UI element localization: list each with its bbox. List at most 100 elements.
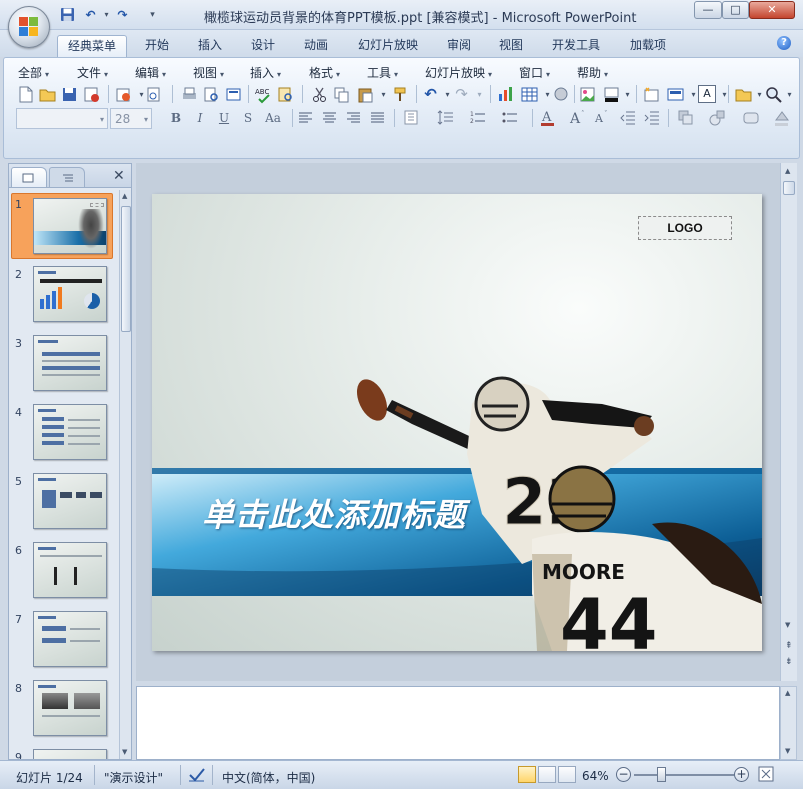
minimize-button[interactable]: —: [694, 1, 722, 19]
current-slide[interactable]: LOGO 22 MOORE 44 单击此处添加标题: [152, 194, 762, 651]
save-icon[interactable]: [59, 7, 76, 23]
insert-table-icon[interactable]: [520, 85, 539, 104]
copy-icon[interactable]: [332, 85, 351, 104]
tab-slide-show[interactable]: 幻灯片放映: [350, 35, 426, 57]
fill-dropdown-icon[interactable]: ▾: [618, 85, 637, 104]
zoom-level[interactable]: 64%: [582, 769, 609, 783]
text-box-button[interactable]: A: [698, 85, 716, 103]
undo-dropdown-icon[interactable]: ▾: [98, 7, 115, 23]
slide-scrollbar[interactable]: ▲ ▼ ⇞ ⇟: [780, 163, 797, 681]
scroll-down-icon[interactable]: ▼: [122, 748, 127, 756]
tab-outline[interactable]: [49, 167, 85, 187]
line-spacing-icon[interactable]: [436, 108, 455, 127]
customize-quick-access-icon[interactable]: ▾: [144, 7, 161, 23]
quick-styles-icon[interactable]: [742, 108, 761, 127]
logo-placeholder[interactable]: LOGO: [638, 216, 732, 240]
decrease-indent-icon[interactable]: [618, 108, 637, 127]
help-icon[interactable]: ?: [777, 36, 791, 50]
maximize-button[interactable]: □: [722, 1, 749, 19]
scroll-down-icon[interactable]: ▼: [785, 621, 790, 629]
menu-window[interactable]: 窗口 ▾: [519, 64, 550, 81]
close-pane-icon[interactable]: ✕: [113, 168, 125, 184]
zoom-slider-handle[interactable]: [657, 767, 666, 782]
slide-thumbnail[interactable]: [33, 611, 107, 667]
tab-classic-menu[interactable]: 经典菜单: [57, 35, 127, 57]
clip-art-icon[interactable]: [552, 85, 571, 104]
slide-show-view-button[interactable]: [558, 766, 576, 783]
menu-help[interactable]: 帮助 ▾: [577, 64, 608, 81]
increase-font-icon[interactable]: Aˆ: [568, 108, 587, 127]
cut-icon[interactable]: [310, 85, 329, 104]
research-icon[interactable]: [276, 85, 295, 104]
font-color-icon[interactable]: A: [538, 108, 557, 127]
language-indicator[interactable]: 中文(简体，中国): [222, 769, 315, 786]
slide-thumbnail[interactable]: [33, 749, 107, 759]
slide-thumbnail[interactable]: [33, 266, 107, 322]
slide-thumbnail[interactable]: [33, 680, 107, 736]
fit-to-window-icon[interactable]: [758, 766, 774, 782]
font-size-combo[interactable]: 28 ▾: [110, 108, 152, 129]
bullets-icon[interactable]: [500, 108, 519, 127]
align-right-icon[interactable]: [344, 108, 363, 127]
print-icon[interactable]: [180, 85, 199, 104]
decrease-font-icon[interactable]: Aˇ: [592, 108, 611, 127]
save-icon[interactable]: [60, 85, 79, 104]
italic-button[interactable]: I: [190, 108, 210, 128]
print-preview-icon[interactable]: [202, 85, 221, 104]
change-case-button[interactable]: Aa: [260, 108, 286, 128]
spell-check-status-icon[interactable]: [188, 767, 206, 783]
slide-sorter-view-button[interactable]: [538, 766, 556, 783]
normal-view-button[interactable]: [518, 766, 536, 783]
scroll-up-icon[interactable]: ▲: [785, 167, 790, 175]
tab-insert[interactable]: 插入: [189, 35, 231, 57]
font-name-combo[interactable]: ▾: [16, 108, 108, 129]
numbering-icon[interactable]: 12: [468, 108, 487, 127]
tab-animations[interactable]: 动画: [295, 35, 337, 57]
slide-title-placeholder[interactable]: 单击此处添加标题: [202, 490, 466, 536]
bold-button[interactable]: B: [166, 108, 186, 128]
menu-all[interactable]: 全部 ▾: [18, 64, 49, 81]
underline-button[interactable]: U: [214, 108, 234, 128]
open-folder-icon[interactable]: [38, 85, 57, 104]
align-center-icon[interactable]: [320, 108, 339, 127]
redo-dropdown-icon[interactable]: ▾: [470, 85, 489, 104]
tab-add-ins[interactable]: 加载项: [620, 35, 676, 57]
tab-view[interactable]: 视图: [490, 35, 532, 57]
scrollbar-thumb[interactable]: [783, 181, 795, 195]
zoom-out-button[interactable]: −: [616, 767, 631, 782]
scroll-down-icon[interactable]: ▼: [785, 747, 790, 755]
slide-thumbnail[interactable]: [33, 335, 107, 391]
scrollbar-thumb[interactable]: [121, 206, 131, 332]
next-slide-icon[interactable]: ⇟: [785, 657, 793, 667]
previous-slide-icon[interactable]: ⇞: [785, 641, 793, 651]
align-left-icon[interactable]: [296, 108, 315, 127]
slide-thumbnail[interactable]: [33, 473, 107, 529]
thumbnail-scrollbar[interactable]: ▲ ▼: [119, 190, 131, 759]
menu-format[interactable]: 格式 ▾: [309, 64, 340, 81]
notes-scrollbar[interactable]: ▲ ▼: [780, 686, 797, 760]
zoom-in-button[interactable]: +: [734, 767, 749, 782]
scroll-up-icon[interactable]: ▲: [122, 192, 127, 200]
insert-chart-icon[interactable]: [496, 85, 515, 104]
new-slide-icon[interactable]: [642, 85, 661, 104]
zoom-slider-track[interactable]: [634, 774, 734, 776]
arrange-icon[interactable]: [676, 108, 695, 127]
document-properties-icon[interactable]: [144, 85, 163, 104]
slide-thumbnail[interactable]: [33, 198, 107, 254]
slide-thumbnail[interactable]: [33, 542, 107, 598]
increase-indent-icon[interactable]: [642, 108, 661, 127]
menu-view[interactable]: 视图 ▾: [193, 64, 224, 81]
tab-slides[interactable]: [11, 167, 47, 187]
theme-name[interactable]: "演示设计": [104, 769, 163, 786]
format-painter-icon[interactable]: [392, 85, 411, 104]
shape-fill-icon[interactable]: [772, 108, 791, 127]
shapes-icon[interactable]: [708, 108, 727, 127]
redo-icon[interactable]: ↷: [114, 7, 131, 23]
menu-slide-show[interactable]: 幻灯片放映 ▾: [425, 64, 492, 81]
permission-icon[interactable]: [82, 85, 101, 104]
tab-home[interactable]: 开始: [136, 35, 178, 57]
menu-edit[interactable]: 编辑 ▾: [135, 64, 166, 81]
spelling-icon[interactable]: ABC: [254, 85, 273, 104]
text-shadow-button[interactable]: S: [238, 108, 258, 128]
redo-icon[interactable]: ↷: [452, 85, 471, 104]
